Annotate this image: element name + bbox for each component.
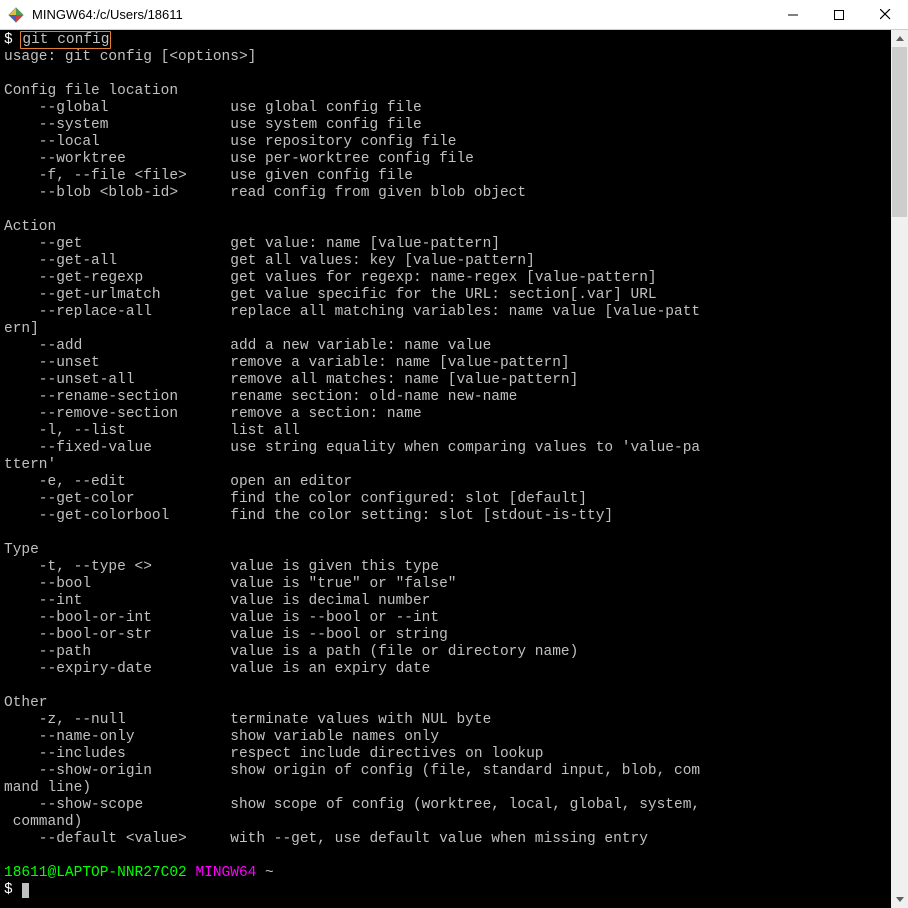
output-line: --get-all get all values: key [value-pat… (4, 253, 535, 269)
prompt-user: 18611@LAPTOP-NNR27C02 (4, 865, 187, 881)
close-button[interactable] (862, 0, 908, 29)
output-line: --blob <blob-id> read config from given … (4, 185, 526, 201)
app-icon (8, 7, 24, 23)
output-line: --name-only show variable names only (4, 729, 439, 745)
scrollbar[interactable] (891, 30, 908, 908)
output-line: usage: git config [<options>] (4, 49, 256, 65)
output-line: --unset remove a variable: name [value-p… (4, 355, 570, 371)
section-header: Type (4, 542, 39, 558)
output-line: --local use repository config file (4, 134, 456, 150)
output-line: --path value is a path (file or director… (4, 644, 578, 660)
output-line: --bool value is "true" or "false" (4, 576, 456, 592)
section-header: Action (4, 219, 56, 235)
output-line: command) (4, 814, 82, 830)
output-line: --fixed-value use string equality when c… (4, 440, 700, 456)
prompt-env: MINGW64 (195, 865, 256, 881)
output-line: --unset-all remove all matches: name [va… (4, 372, 578, 388)
output-line: --get-color find the color configured: s… (4, 491, 587, 507)
output-line: ern] (4, 321, 39, 337)
cursor (21, 883, 29, 898)
output-line: -z, --null terminate values with NUL byt… (4, 712, 491, 728)
section-header: Other (4, 695, 48, 711)
output-line: --bool-or-str value is --bool or string (4, 627, 448, 643)
output-line: --remove-section remove a section: name (4, 406, 422, 422)
output-line: --includes respect include directives on… (4, 746, 544, 762)
window-controls (770, 0, 908, 29)
output-line: --int value is decimal number (4, 593, 430, 609)
prompt-path: ~ (256, 865, 273, 881)
output-line: --expiry-date value is an expiry date (4, 661, 430, 677)
output-line: -f, --file <file> use given config file (4, 168, 413, 184)
prompt-dollar: $ (4, 32, 21, 48)
output-line: --default <value> with --get, use defaul… (4, 831, 648, 847)
output-line: -e, --edit open an editor (4, 474, 352, 490)
maximize-button[interactable] (816, 0, 862, 29)
window-title: MINGW64:/c/Users/18611 (32, 7, 770, 22)
scroll-up-icon[interactable] (891, 30, 908, 47)
minimize-button[interactable] (770, 0, 816, 29)
output-line: --replace-all replace all matching varia… (4, 304, 700, 320)
output-line: --global use global config file (4, 100, 422, 116)
output-line: --show-origin show origin of config (fil… (4, 763, 700, 779)
scroll-down-icon[interactable] (891, 891, 908, 908)
output-line: --system use system config file (4, 117, 422, 133)
output-line: --add add a new variable: name value (4, 338, 491, 354)
terminal[interactable]: $ git config usage: git config [<options… (0, 30, 891, 908)
output-line: mand line) (4, 780, 91, 796)
output-line: --bool-or-int value is --bool or --int (4, 610, 439, 626)
output-line: --get-colorbool find the color setting: … (4, 508, 613, 524)
output-line: --get get value: name [value-pattern] (4, 236, 500, 252)
titlebar: MINGW64:/c/Users/18611 (0, 0, 908, 30)
command-highlighted: git config (20, 31, 111, 49)
section-header: Config file location (4, 83, 178, 99)
scroll-thumb[interactable] (892, 47, 907, 217)
prompt-dollar: $ (4, 882, 21, 898)
output-line: --get-regexp get values for regexp: name… (4, 270, 657, 286)
terminal-area: $ git config usage: git config [<options… (0, 30, 908, 908)
output-line: --show-scope show scope of config (workt… (4, 797, 700, 813)
output-line: ttern' (4, 457, 56, 473)
output-line: -l, --list list all (4, 423, 300, 439)
output-line: --get-urlmatch get value specific for th… (4, 287, 657, 303)
output-line: --worktree use per-worktree config file (4, 151, 474, 167)
output-line: --rename-section rename section: old-nam… (4, 389, 517, 405)
output-line: -t, --type <> value is given this type (4, 559, 439, 575)
